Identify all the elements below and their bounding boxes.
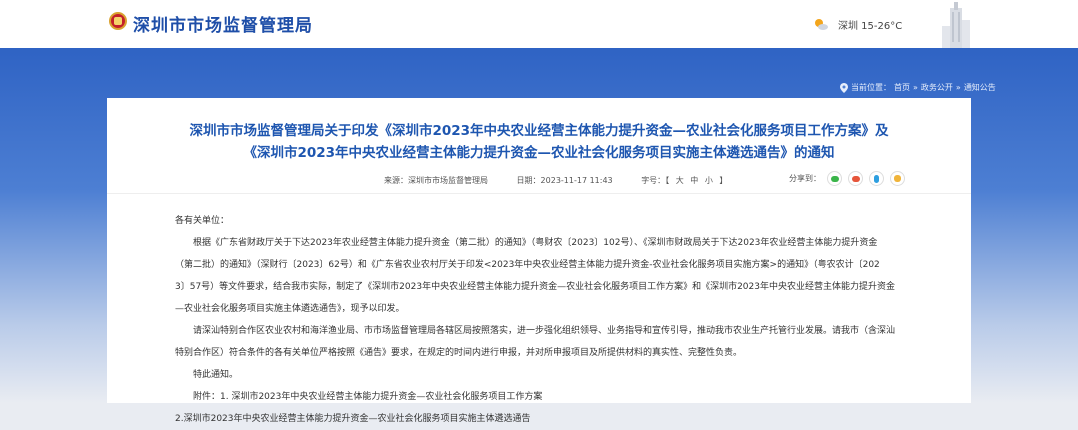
font-size-field: 字号：【 大 中 小 】 [641,176,729,185]
breadcrumb-item-notices[interactable]: 通知公告 [964,82,996,93]
font-size-label: 字号： [641,176,666,185]
source-field: 来源：深圳市市场监督管理局 [384,176,488,185]
share-qq-icon[interactable] [869,171,884,186]
source-label: 来源： [384,176,408,185]
paragraph-1-line-1: 根据《广东省财政厅关于下达2023年农业经营主体能力提升资金（第二批）的通知》（… [193,238,878,248]
attachment-1-link[interactable]: 附件：1. 深圳市2023年中央农业经营主体能力提升资金—农业社会化服务项目工作… [175,386,905,408]
font-size-options[interactable]: 【 大 中 小 】 [665,176,729,185]
breadcrumb-item-gov-open[interactable]: 政务公开 [921,82,953,93]
share-weibo-icon[interactable] [848,171,863,186]
share-label: 分享到： [789,174,821,183]
breadcrumb: 当前位置： 首页 » 政务公开 » 通知公告 [840,82,996,93]
article-title: 深圳市市场监督管理局关于印发《深圳市2023年中央农业经营主体能力提升资金—农业… [107,120,971,164]
article-card: 深圳市市场监督管理局关于印发《深圳市2023年中央农业经营主体能力提升资金—农业… [107,98,971,424]
article-meta: 来源：深圳市市场监督管理局 日期：2023-11-17 11:43 字号：【 大… [384,175,755,186]
site-title[interactable]: 深圳市市场监督管理局 [133,11,313,36]
paragraph-1-line-2: （第二批）的通知》（深财行〔2023〕62号）和《广东省农业农村厅关于印发<20… [175,260,880,270]
attachment-2-link[interactable]: 2.深圳市2023年中央农业经营主体能力提升资金—农业社会化服务项目实施主体遴选… [175,408,905,430]
breadcrumb-label: 当前位置： [851,83,891,92]
greeting: 各有关单位： [175,216,230,226]
building-illustration-icon [942,2,970,48]
agency-emblem-icon[interactable] [109,12,127,30]
breadcrumb-separator: » [955,83,961,92]
breadcrumb-separator: » [913,83,918,92]
date-label: 日期： [516,176,541,185]
article-title-line-1: 深圳市市场监督管理局关于印发《深圳市2023年中央农业经营主体能力提升资金—农业… [189,123,889,139]
breadcrumb-item-home[interactable]: 首页 [894,82,910,93]
share-bar: 分享到： [789,171,905,186]
date-field: 日期：2023-11-17 11:43 [517,176,613,185]
weather-sun-cloud-icon [815,19,828,30]
weather-readout: 深圳 15-26°C [838,21,903,32]
paragraph-2-line-2: 特别合作区）符合条件的各有关单位严格按照《通告》要求，在规定的时间内进行申报，并… [175,348,743,358]
top-header: 深圳市市场监督管理局 深圳 15-26°C [0,0,1078,48]
paragraph-1-line-4: —农业社会化服务项目实施主体遴选通告》，现予以印发。 [175,304,405,314]
share-qzone-icon[interactable] [890,171,905,186]
special-notice: 特此通知。 [193,370,239,380]
paragraph-1-line-3: 3〕57号）等文件要求，结合我市实际，制定了《深圳市2023年中央农业经营主体能… [175,282,895,292]
date-value: 2023-11-17 11:43 [540,176,613,185]
divider [107,193,971,194]
paragraph-2-line-1: 请深汕特别合作区农业农村和海洋渔业局、市市场监督管理局各辖区局按照落实，进一步强… [193,326,896,336]
article-title-line-2: 《深圳市2023年中央农业经营主体能力提升资金—农业社会化服务项目实施主体遴选通… [243,145,835,161]
share-wechat-icon[interactable] [827,171,842,186]
location-pin-icon [840,82,848,93]
source-value: 深圳市市场监督管理局 [408,176,488,185]
article-body: 各有关单位： 根据《广东省财政厅关于下达2023年农业经营主体能力提升资金（第二… [175,210,905,430]
